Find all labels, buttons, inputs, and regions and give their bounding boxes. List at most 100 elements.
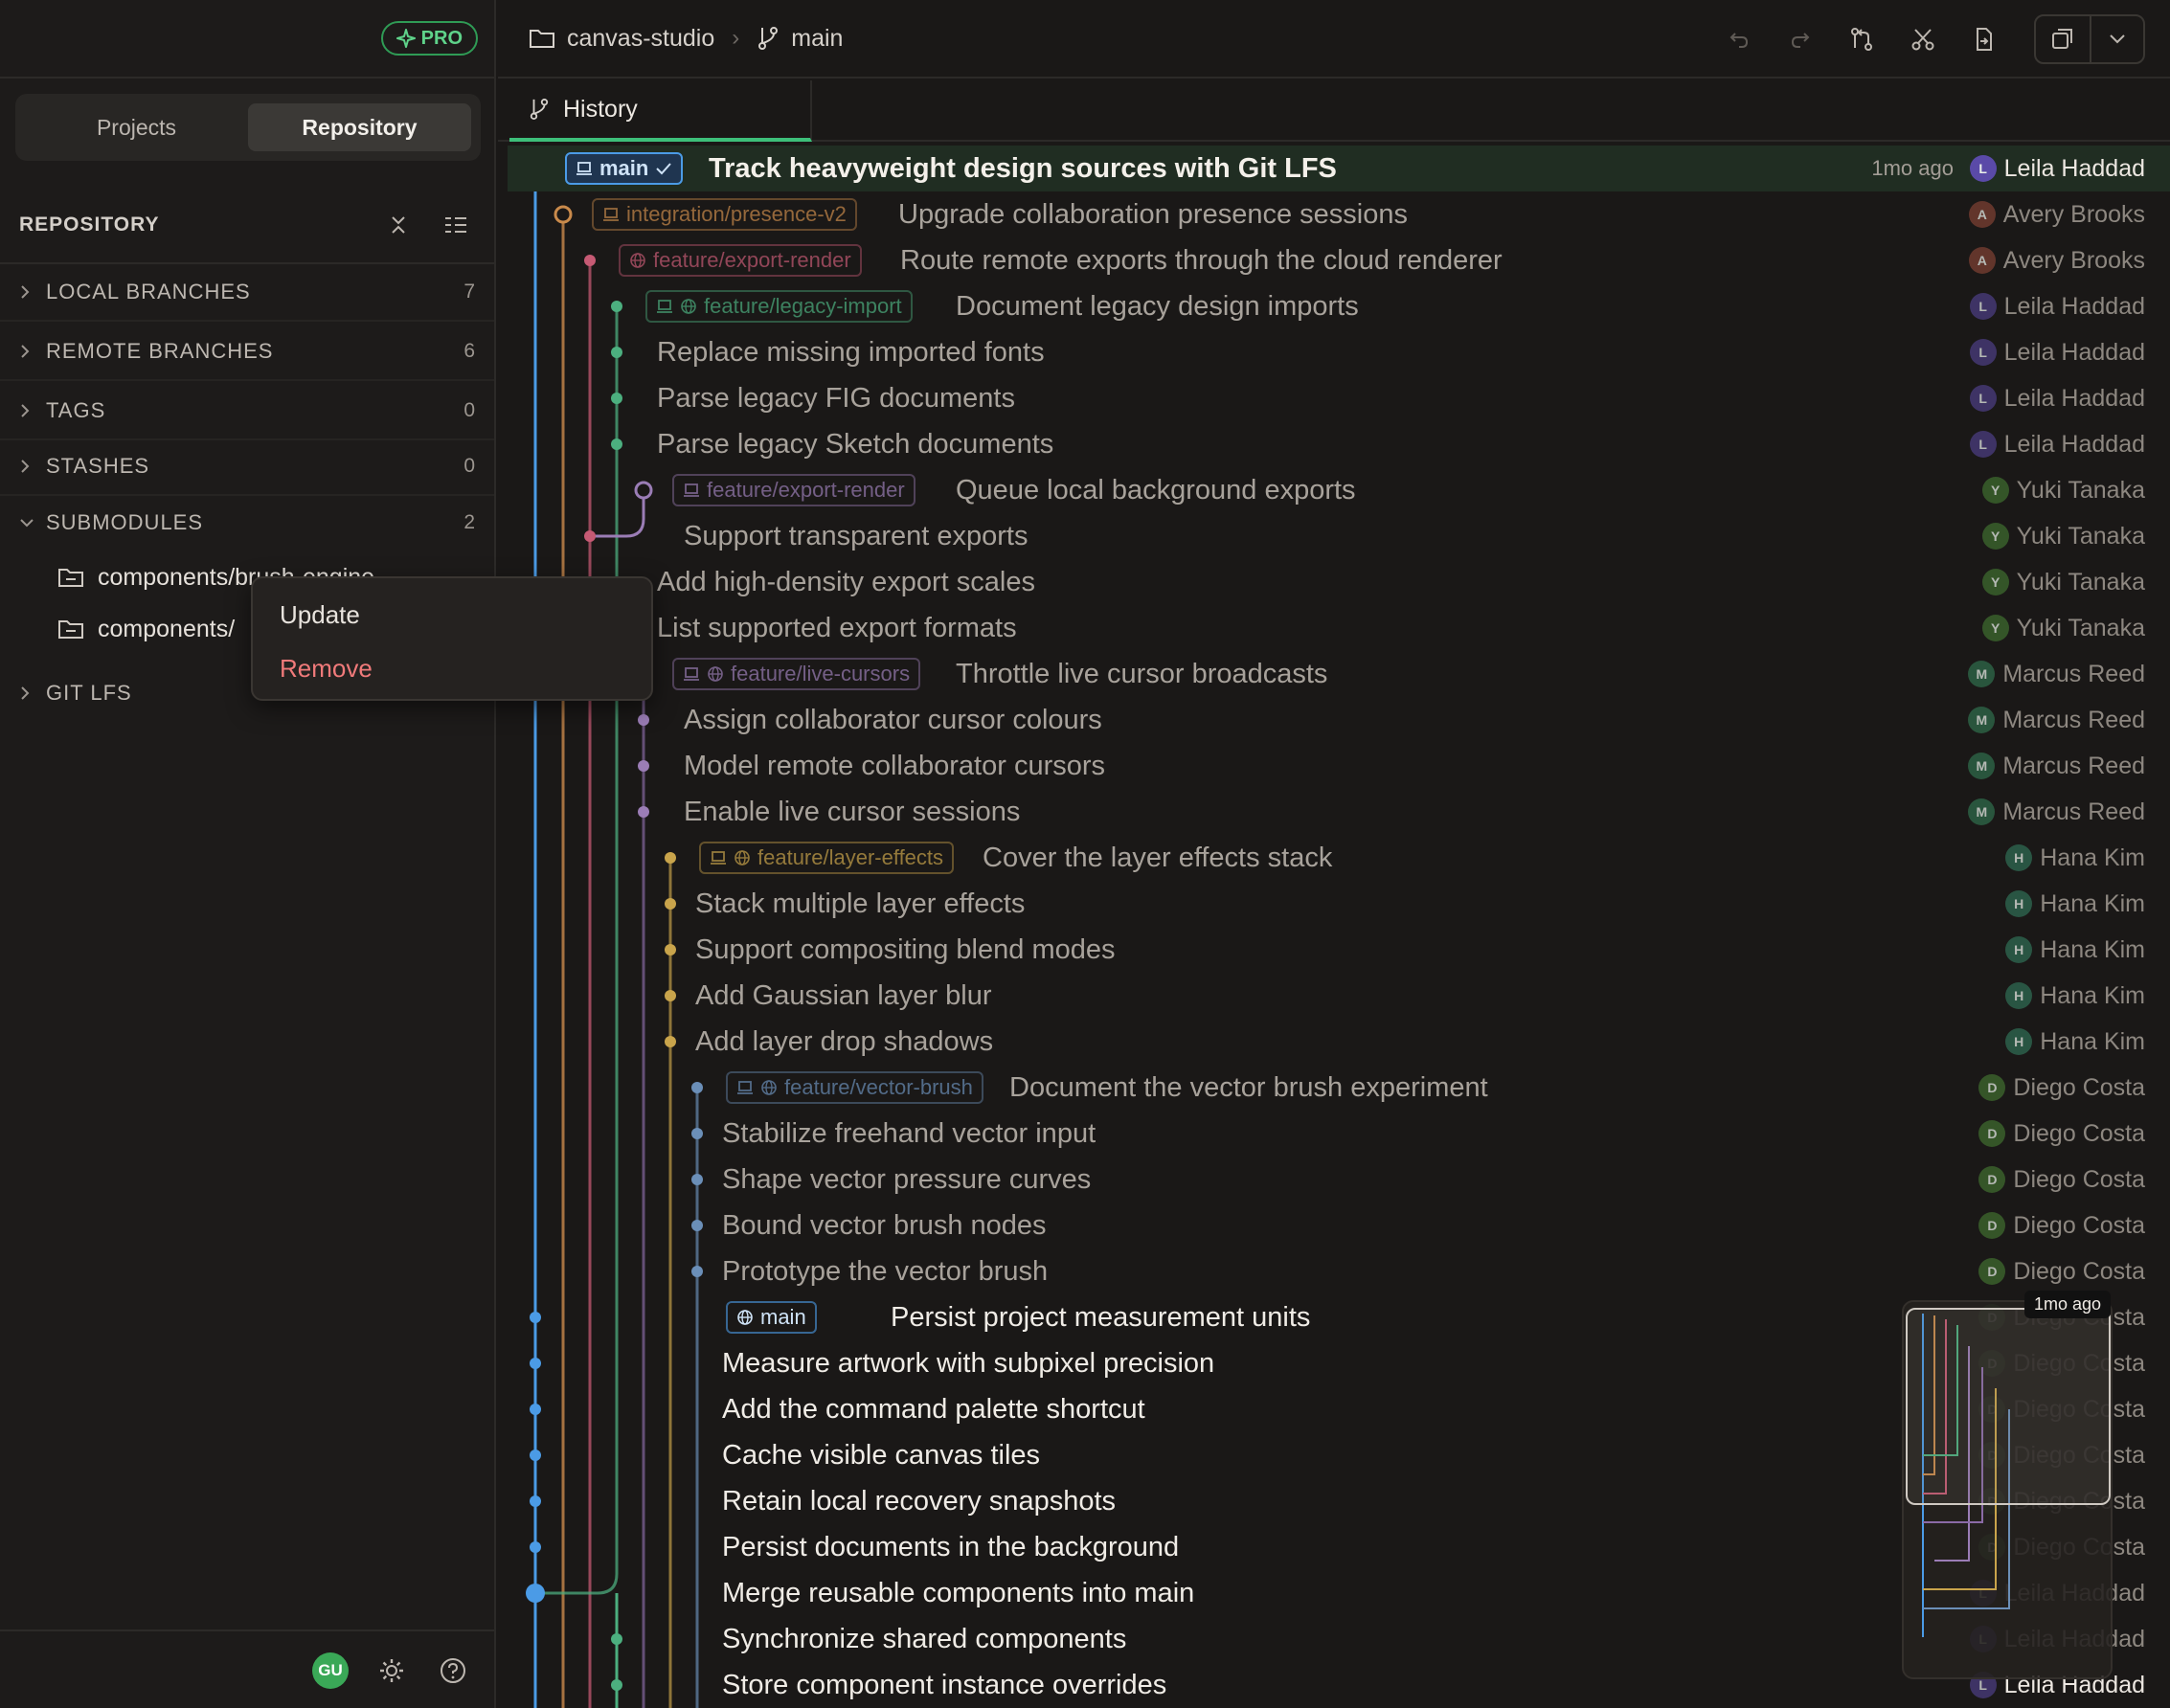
commit-row[interactable]: Add Gaussian layer blur H Hana Kim — [508, 973, 2170, 1019]
repository-header: REPOSITORY — [0, 188, 494, 264]
globe-icon — [737, 1310, 753, 1325]
avatar: D — [1978, 1074, 2006, 1101]
avatar: L — [1969, 431, 1997, 458]
repo-name: canvas-studio — [567, 24, 715, 52]
commit-author: M Marcus Reed — [1968, 789, 2145, 835]
tab-repository[interactable]: Repository — [248, 103, 471, 151]
menu-item-update[interactable]: Update — [253, 588, 651, 641]
commit-row[interactable]: Stabilize freehand vector input D Diego Co… — [508, 1111, 2170, 1157]
section-submodules[interactable]: SUBMODULES 2 — [0, 494, 494, 551]
commit-author: D Diego Costa — [1978, 1202, 2145, 1248]
chevron-right-icon — [19, 459, 34, 474]
commit-row[interactable]: Replace missing imported fonts L Leila Had… — [508, 329, 2170, 375]
commit-row[interactable]: Stack multiple layer effects H Hana Kim — [508, 881, 2170, 927]
avatar: M — [1968, 798, 1996, 825]
branch-badge[interactable]: feature/export-render — [619, 244, 862, 277]
tab-projects[interactable]: Projects — [25, 103, 248, 151]
author-name: Avery Brooks — [2002, 246, 2145, 274]
branch-badge[interactable]: feature/export-render — [672, 474, 915, 506]
branch-badge[interactable]: main — [565, 152, 684, 185]
commit-row[interactable]: Parse legacy FIG documents L Leila Haddad — [508, 375, 2170, 421]
commit-message: Upgrade collaboration presence sessions — [898, 199, 1408, 230]
commit-row[interactable]: feature/live-cursors Throttle live cursor… — [508, 651, 2170, 697]
commit-row[interactable]: integration/presence-v2 Upgrade collabora… — [508, 191, 2170, 237]
commit-row[interactable]: Prototype the vector brush D Diego Costa — [508, 1248, 2170, 1294]
commit-author: A Avery Brooks — [1968, 237, 2145, 283]
chevron-down-icon[interactable] — [2090, 16, 2143, 62]
commit-row[interactable]: feature/layer-effects Cover the layer eff… — [508, 835, 2170, 881]
commit-row[interactable]: Model remote collaborator cursors M Marcus… — [508, 743, 2170, 789]
avatar[interactable]: GU — [312, 1652, 349, 1689]
commit-row[interactable]: Support transparent exports Y Yuki Tanaka — [508, 513, 2170, 559]
commit-row[interactable]: Support compositing blend modes H Hana Kim — [508, 927, 2170, 973]
commit-author: Y Yuki Tanaka — [1981, 467, 2145, 513]
help-icon[interactable] — [435, 1652, 471, 1689]
author-name: Diego Costa — [2013, 1257, 2145, 1285]
chevron-down-icon — [19, 517, 34, 528]
branch-badge[interactable]: feature/layer-effects — [699, 842, 955, 874]
commit-row[interactable]: feature/export-render Queue local backgro… — [508, 467, 2170, 513]
author-name: Hana Kim — [2040, 889, 2145, 917]
collapse-all-icon[interactable] — [379, 206, 418, 244]
commit-message: Synchronize shared components — [722, 1624, 1127, 1654]
laptop-icon — [684, 667, 699, 681]
tab-history[interactable]: History — [509, 80, 812, 142]
copy-window-icon[interactable] — [2036, 16, 2090, 62]
section-stashes[interactable]: STASHES 0 — [0, 438, 494, 496]
list-view-icon[interactable] — [437, 206, 475, 244]
branch-badge[interactable]: feature/vector-brush — [726, 1071, 983, 1104]
avatar: Y — [1981, 569, 2009, 596]
commit-row[interactable]: feature/export-render Route remote export… — [508, 237, 2170, 283]
commit-row[interactable]: Bound vector brush nodes D Diego Costa — [508, 1202, 2170, 1248]
redo-icon[interactable] — [1770, 0, 1831, 79]
minimap-viewport[interactable] — [1906, 1308, 2111, 1505]
commit-message: Retain local recovery snapshots — [722, 1486, 1117, 1517]
commit-row[interactable]: Parse legacy Sketch documents L Leila Hadd… — [508, 421, 2170, 467]
author-name: Marcus Reed — [2002, 798, 2145, 825]
breadcrumb-repo[interactable]: canvas-studio — [529, 25, 714, 53]
section-remote-branches[interactable]: REMOTE BRANCHES 6 — [0, 324, 494, 381]
folder-icon — [58, 620, 83, 639]
commit-author: LLeila Haddad — [1969, 421, 2145, 467]
branch-badge[interactable]: feature/live-cursors — [672, 658, 921, 690]
branch-badge[interactable]: integration/presence-v2 — [592, 198, 857, 231]
section-label: STASHES — [46, 454, 150, 478]
section-local-branches[interactable]: LOCAL BRANCHES 7 — [0, 264, 494, 322]
commit-author: A Avery Brooks — [1968, 191, 2145, 237]
commit-author: M Marcus Reed — [1968, 743, 2145, 789]
commit-row[interactable]: feature/vector-brush Document the vector … — [508, 1065, 2170, 1111]
avatar: Y — [1981, 477, 2009, 504]
commit-row[interactable]: Add layer drop shadows H Hana Kim — [508, 1019, 2170, 1065]
commit-author: LLeila Haddad — [1969, 283, 2145, 329]
avatar: M — [1968, 707, 1996, 733]
breadcrumb-branch[interactable]: main — [757, 25, 843, 53]
commit-row[interactable]: List supported export formats Y Yuki Tanak… — [508, 605, 2170, 651]
commit-row[interactable]: Shape vector pressure curves D Diego Costa — [508, 1157, 2170, 1202]
commit-row[interactable]: main Track heavyweight design sources wit… — [508, 146, 2170, 191]
laptop-icon — [737, 1081, 753, 1094]
section-count: 6 — [463, 340, 475, 362]
pro-badge[interactable]: PRO — [380, 21, 478, 56]
commit-message: Queue local background exports — [956, 475, 1356, 506]
avatar: L — [1969, 385, 1997, 412]
commit-row[interactable]: Add high-density export scales Y Yuki Tana… — [508, 559, 2170, 605]
pull-request-icon[interactable] — [1831, 0, 1892, 79]
branch-badge[interactable]: feature/legacy-import — [645, 290, 913, 323]
section-tags[interactable]: TAGS 0 — [0, 383, 494, 440]
menu-item-remove[interactable]: Remove — [253, 641, 651, 695]
commit-message: List supported export formats — [657, 613, 1017, 643]
gear-icon[interactable] — [373, 1652, 410, 1689]
badge-label: feature/legacy-import — [704, 294, 902, 318]
commit-row[interactable]: Enable live cursor sessions M Marcus Reed — [508, 789, 2170, 835]
branch-badge[interactable]: main — [726, 1301, 817, 1334]
undo-icon[interactable] — [1708, 0, 1770, 79]
scissors-icon[interactable] — [1892, 0, 1954, 79]
commit-row[interactable]: Assign collaborator cursor colours M Marcu… — [508, 697, 2170, 743]
graph-minimap[interactable]: 1mo ago — [1902, 1291, 2113, 1679]
file-export-icon[interactable] — [1954, 0, 2015, 79]
avatar: D — [1978, 1212, 2006, 1239]
commit-author: D Diego Costa — [1978, 1248, 2145, 1294]
commit-row[interactable]: feature/legacy-import Document legacy des… — [508, 283, 2170, 329]
globe-icon — [630, 253, 645, 268]
badge-label: feature/live-cursors — [731, 662, 911, 685]
